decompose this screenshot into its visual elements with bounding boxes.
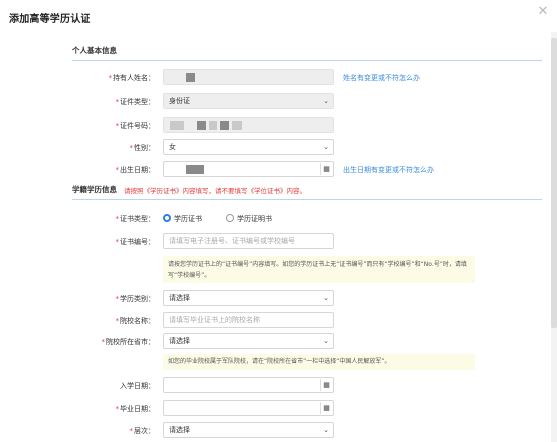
cert-no-notice: 请按您学历证书上的“证书编号”内容填写。如您的学历证书上无“证书编号”而只有“学… bbox=[163, 256, 475, 283]
close-icon[interactable]: ✕ bbox=[536, 5, 550, 19]
id-type-select: 身份证 ⌄ bbox=[163, 93, 334, 109]
chevron-down-icon: ⌄ bbox=[323, 426, 329, 434]
cert-type-label: *证书类型： bbox=[115, 215, 156, 223]
redacted-name bbox=[186, 73, 195, 82]
birth-date-field[interactable]: ▦ bbox=[163, 161, 334, 177]
name-change-link[interactable]: 姓名有变更或不符怎么办 bbox=[343, 73, 420, 83]
scrollbar-thumb[interactable] bbox=[551, 38, 557, 328]
school-input[interactable]: 请填写毕业证书上的院校名称 bbox=[163, 312, 334, 328]
tier-select[interactable]: 请选择 ⌄ bbox=[163, 422, 334, 438]
redacted-birth bbox=[186, 165, 204, 174]
cert-no-input[interactable]: 请填写电子注册号、证书编号或学校编号 bbox=[163, 233, 334, 249]
province-select[interactable]: 请选择 ⌄ bbox=[163, 333, 334, 349]
level-type-label: *学历类别： bbox=[115, 295, 156, 303]
id-number-field bbox=[163, 117, 334, 133]
grad-date-field[interactable]: ▦ bbox=[163, 400, 334, 416]
chevron-down-icon: ⌄ bbox=[323, 143, 329, 151]
school-label: *院校名称： bbox=[115, 317, 156, 325]
radio-checked-icon bbox=[163, 214, 171, 222]
radio-cert-diploma[interactable]: 学历证书 bbox=[163, 214, 202, 224]
add-education-dialog: 添加高等学历认证 ✕ 个人基本信息 *持有人姓名： 姓名有变更或不符怎么办 *证… bbox=[0, 0, 557, 442]
calendar-icon[interactable]: ▦ bbox=[320, 163, 332, 175]
section-title-education: 学籍学历信息 bbox=[72, 185, 117, 194]
birth-label: *出生日期： bbox=[115, 166, 156, 174]
name-field bbox=[163, 69, 334, 85]
chevron-down-icon: ⌄ bbox=[323, 97, 329, 105]
calendar-icon[interactable]: ▦ bbox=[320, 402, 332, 414]
enroll-label: 入学日期： bbox=[120, 382, 155, 390]
redacted-id bbox=[170, 121, 184, 130]
gender-label: *性别： bbox=[129, 144, 156, 152]
section-divider bbox=[72, 199, 542, 200]
chevron-down-icon: ⌄ bbox=[323, 294, 329, 302]
section-title-personal: 个人基本信息 bbox=[72, 46, 117, 55]
calendar-icon[interactable]: ▦ bbox=[320, 379, 332, 391]
province-notice: 如您的毕业院校属于军队院校，请在“院校所在省市”一栏中选择“中国人民解放军”。 bbox=[163, 354, 475, 370]
birth-change-link[interactable]: 出生日期有变更或不符怎么办 bbox=[343, 165, 434, 175]
section-hint: 请按照《学历证书》内容填写，请不要填写《学位证书》内容。 bbox=[124, 186, 306, 195]
radio-cert-proof[interactable]: 学历证明书 bbox=[226, 214, 272, 224]
radio-unchecked-icon bbox=[226, 214, 234, 222]
grad-label: *毕业日期： bbox=[115, 405, 156, 413]
dialog-title: 添加高等学历认证 bbox=[9, 14, 91, 25]
gender-select[interactable]: 女 ⌄ bbox=[163, 139, 334, 155]
level-type-select[interactable]: 请选择 ⌄ bbox=[163, 290, 334, 306]
chevron-down-icon: ⌄ bbox=[323, 337, 329, 345]
section-divider bbox=[72, 60, 542, 61]
enroll-date-field[interactable]: ▦ bbox=[163, 377, 334, 393]
province-label: *院校所在省市： bbox=[101, 338, 156, 346]
name-label: *持有人姓名： bbox=[108, 74, 156, 82]
id-type-label: *证件类型： bbox=[115, 98, 156, 106]
id-number-label: *证件号码： bbox=[115, 122, 156, 130]
tier-label: *层次： bbox=[129, 427, 156, 435]
cert-no-label: *证书编号： bbox=[115, 238, 156, 246]
